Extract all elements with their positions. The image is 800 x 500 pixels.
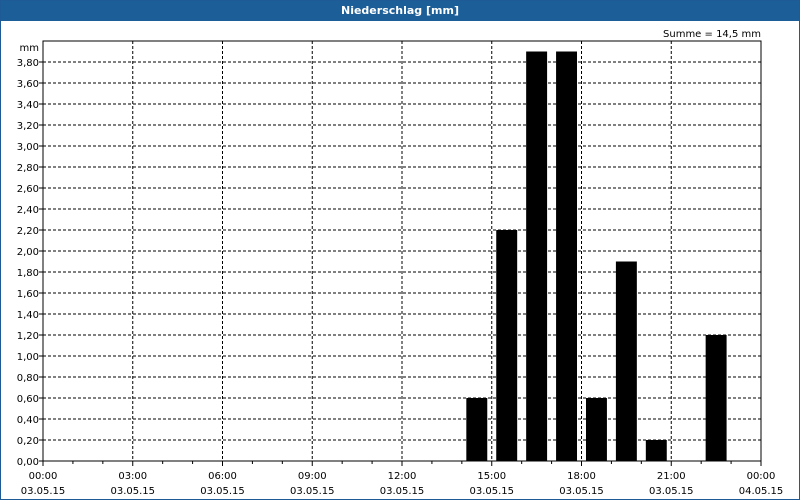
x-tick-date-label: 03.05.15 xyxy=(559,486,604,497)
y-tick-label: 0,20 xyxy=(17,436,39,447)
y-tick-label: 2,60 xyxy=(17,184,39,195)
x-tick-date-label: 04.05.15 xyxy=(739,486,784,497)
x-tick-time-label: 00:00 xyxy=(747,471,776,482)
chart-title: Niederschlag [mm] xyxy=(1,1,799,21)
y-tick-label: 2,00 xyxy=(17,247,39,258)
precipitation-bar xyxy=(645,440,667,461)
y-tick-label: 2,20 xyxy=(17,226,39,237)
y-tick-label: 1,80 xyxy=(17,268,39,279)
x-tick-date-label: 03.05.15 xyxy=(200,486,245,497)
x-tick-time-label: 09:00 xyxy=(298,471,327,482)
y-tick-label: 0,60 xyxy=(17,394,39,405)
x-tick-time-label: 21:00 xyxy=(657,471,686,482)
x-tick-date-label: 03.05.15 xyxy=(290,486,335,497)
x-tick-time-label: 12:00 xyxy=(388,471,417,482)
bars xyxy=(466,51,727,461)
axes: 0,00 0,20 0,40 0,60 0,80 1,00 1,20 1,40 1,60 1,80… xyxy=(17,40,784,497)
precipitation-bar xyxy=(496,230,518,461)
y-tick-label: 0,00 xyxy=(17,457,39,468)
precipitation-bar xyxy=(556,51,578,461)
y-tick-label: 1,60 xyxy=(17,289,39,300)
y-tick-label: 3,40 xyxy=(17,100,39,111)
precipitation-bar xyxy=(705,335,727,461)
y-tick-label: 1,20 xyxy=(17,331,39,342)
y-tick-label: 1,00 xyxy=(17,352,39,363)
x-tick-date-label: 03.05.15 xyxy=(380,486,425,497)
x-tick-date-label: 03.05.15 xyxy=(21,486,66,497)
x-tick-time-label: 00:00 xyxy=(29,471,58,482)
chart-window: Niederschlag [mm] 0,00 0,20 0,40 0,60 0,80 1,… xyxy=(0,0,800,500)
x-tick-time-label: 03:00 xyxy=(118,471,147,482)
precipitation-bar xyxy=(526,51,548,461)
sum-annotation: Summe = 14,5 mm xyxy=(663,29,761,40)
y-tick-label: 3,60 xyxy=(17,79,39,90)
y-axis-unit-label: mm xyxy=(20,43,39,54)
grid xyxy=(43,41,761,461)
x-tick-date-label: 03.05.15 xyxy=(649,486,694,497)
precipitation-bar xyxy=(585,398,607,461)
y-tick-label: 3,20 xyxy=(17,121,39,132)
x-tick-time-label: 06:00 xyxy=(208,471,237,482)
precipitation-bar xyxy=(466,398,488,461)
y-tick-label: 2,40 xyxy=(17,205,39,216)
x-tick-date-label: 03.05.15 xyxy=(469,486,514,497)
precipitation-bar xyxy=(615,261,637,461)
x-tick-time-label: 18:00 xyxy=(567,471,596,482)
y-tick-label: 3,80 xyxy=(17,58,39,69)
x-tick-time-label: 15:00 xyxy=(477,471,506,482)
y-tick-label: 0,80 xyxy=(17,373,39,384)
y-tick-label: 0,40 xyxy=(17,415,39,426)
y-tick-label: 2,80 xyxy=(17,163,39,174)
y-tick-label: 1,40 xyxy=(17,310,39,321)
chart-canvas: 0,00 0,20 0,40 0,60 0,80 1,00 1,20 1,40 1,60 1,80… xyxy=(17,29,784,497)
y-tick-label: 3,00 xyxy=(17,142,39,153)
x-tick-date-label: 03.05.15 xyxy=(110,486,155,497)
